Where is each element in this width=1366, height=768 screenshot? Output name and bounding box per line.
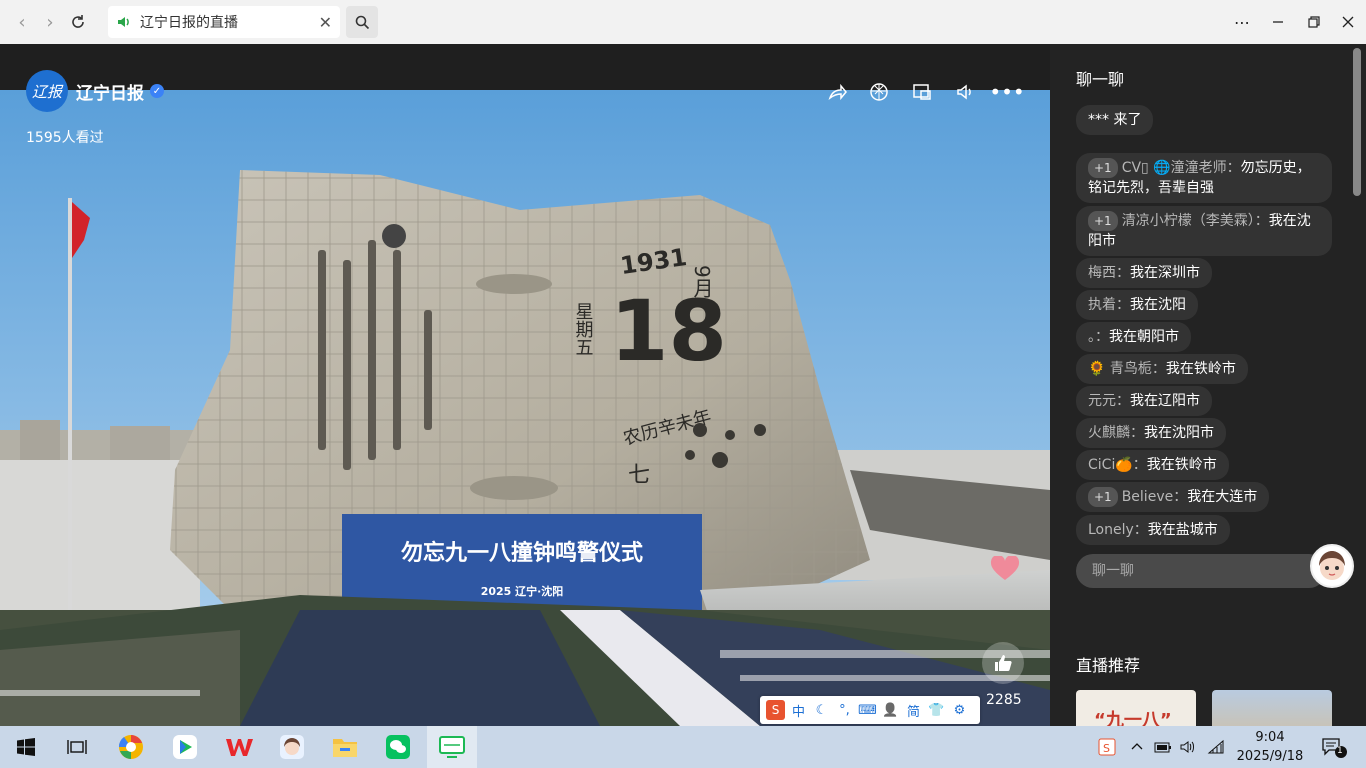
video-frame: 1931 18 9月 星期五 农历辛未年 七 勿忘九一八撞钟鸣警仪式 2025 … xyxy=(0,90,1050,726)
share-icon[interactable] xyxy=(825,80,849,104)
plus-one-badge: +1 xyxy=(1088,158,1118,178)
thumbs-up-icon xyxy=(995,655,1012,671)
chat-input[interactable]: 聊一聊 xyxy=(1076,554,1326,588)
clock-time: 9:04 xyxy=(1255,730,1285,745)
chat-username[interactable]: CiCi🍊： xyxy=(1088,457,1147,473)
chat-message: +1 清凉小柠檬（李美霖）：我在沈阳市 xyxy=(1076,206,1332,256)
ime-skin-icon[interactable]: 👕 xyxy=(927,700,946,720)
chat-message: 。：我在朝阳市 xyxy=(1076,322,1191,352)
live-recommend-title: 直播推荐 xyxy=(1076,656,1141,675)
picture-in-picture-icon[interactable] xyxy=(910,80,934,104)
back-icon[interactable]: ‹ xyxy=(8,8,36,36)
ime-logo-icon[interactable]: S xyxy=(766,700,785,720)
chat-message: +1 Believe：我在大连市 xyxy=(1076,482,1270,512)
ceremony-subtitle: 2025 辽宁·沈阳 xyxy=(481,584,564,598)
chat-username[interactable]: Lonely： xyxy=(1088,522,1148,538)
recommended-live-thumbnail[interactable] xyxy=(1212,690,1332,726)
chat-message: CiCi🍊：我在铁岭市 xyxy=(1076,450,1229,480)
chat-username[interactable]: Believe： xyxy=(1122,489,1188,505)
chat-username[interactable]: 梅西： xyxy=(1088,265,1130,281)
recommended-live-thumbnail[interactable]: “九一八” xyxy=(1076,690,1196,726)
chat-username[interactable]: 火麒麟： xyxy=(1088,425,1144,441)
browser-360-icon[interactable] xyxy=(116,732,146,762)
chat-message: 梅西：我在深圳市 xyxy=(1076,258,1212,288)
avatar-app-icon[interactable] xyxy=(277,732,307,762)
tab-title: 辽宁日报的直播 xyxy=(140,15,238,31)
ceremony-title: 勿忘九一八撞钟鸣警仪式 xyxy=(401,540,643,566)
live-video-player[interactable]: 1931 18 9月 星期五 农历辛未年 七 勿忘九一八撞钟鸣警仪式 2025 … xyxy=(0,44,1050,726)
notification-center-icon[interactable]: 1 xyxy=(1320,737,1348,758)
ime-punctuation-icon[interactable]: °, xyxy=(835,700,854,720)
speaker-icon xyxy=(118,17,129,27)
chat-message: 元元：我在辽阳市 xyxy=(1076,386,1212,416)
assistant-avatar[interactable] xyxy=(1310,544,1354,588)
video-player-icon[interactable] xyxy=(170,732,200,762)
chat-title: 聊一聊 xyxy=(1076,70,1125,89)
heart-icon xyxy=(990,554,1020,586)
monument-month: 9月 xyxy=(690,265,714,298)
chat-panel: 聊一聊 *** 来了 +1 CV▯ 🌐潼潼老师：勿忘历史，铭记先烈，吾辈自强 +1… xyxy=(1050,44,1366,726)
battery-icon[interactable] xyxy=(1153,737,1173,757)
ime-user-icon[interactable]: 👤 xyxy=(881,700,900,720)
ime-simplified-toggle[interactable]: 简 xyxy=(904,700,923,720)
forward-icon[interactable]: › xyxy=(36,8,64,36)
system-clock[interactable]: 9:04 2025/9/18 xyxy=(1234,728,1306,766)
notification-count: 1 xyxy=(1337,746,1343,756)
shutter-icon[interactable] xyxy=(867,80,891,104)
viewer-count: 1595人看过 xyxy=(26,130,104,146)
input-method-toolbar[interactable]: S 中 ☾ °, ⌨ 👤 简 👕 ⚙ xyxy=(760,696,980,724)
more-options-icon[interactable]: ••• xyxy=(989,80,1024,104)
refresh-icon[interactable] xyxy=(64,8,92,36)
wechat-icon[interactable] xyxy=(383,732,413,762)
more-menu-icon[interactable]: ⋯ xyxy=(1230,10,1254,34)
channel-name[interactable]: 辽宁日报 xyxy=(76,79,144,104)
live-app-icon[interactable] xyxy=(437,732,467,762)
ime-chinese-mode[interactable]: 中 xyxy=(789,700,808,720)
chat-message: *** 来了 xyxy=(1076,105,1154,135)
search-icon[interactable] xyxy=(346,6,378,38)
speaker-tray-icon[interactable] xyxy=(1178,737,1198,757)
plus-one-badge: +1 xyxy=(1088,211,1118,231)
volume-icon[interactable] xyxy=(953,80,977,104)
ime-moon-icon[interactable]: ☾ xyxy=(812,700,831,720)
wps-office-icon[interactable] xyxy=(224,732,254,762)
ime-tray-icon[interactable]: S xyxy=(1097,737,1117,757)
svg-text:“九一八”: “九一八” xyxy=(1094,710,1172,726)
task-view-icon[interactable] xyxy=(62,732,92,762)
chat-username[interactable]: CV▯ 🌐潼潼老师： xyxy=(1122,160,1241,176)
monument-lunar-day: 七 xyxy=(628,463,650,488)
chat-username[interactable]: 。： xyxy=(1088,329,1109,345)
browser-tab[interactable]: 辽宁日报的直播 ✕ xyxy=(108,6,340,38)
like-button[interactable] xyxy=(982,642,1024,684)
ime-keyboard-icon[interactable]: ⌨ xyxy=(858,700,877,720)
clock-date: 2025/9/18 xyxy=(1236,749,1304,764)
chat-message: Lonely：我在盐城市 xyxy=(1076,515,1230,545)
close-tab-icon[interactable]: ✕ xyxy=(319,13,332,32)
tray-expand-icon[interactable] xyxy=(1127,737,1147,757)
chat-message: 火麒麟：我在沈阳市 xyxy=(1076,418,1226,448)
minimize-icon[interactable] xyxy=(1266,10,1290,34)
file-explorer-icon[interactable] xyxy=(330,732,360,762)
close-window-icon[interactable] xyxy=(1336,10,1360,34)
chat-username[interactable]: 元元： xyxy=(1088,393,1130,409)
chat-scrollbar[interactable] xyxy=(1353,48,1361,196)
like-count: 2285 xyxy=(986,692,1022,708)
chat-username[interactable]: 执着： xyxy=(1088,297,1130,313)
plus-one-badge: +1 xyxy=(1088,487,1118,507)
windows-taskbar: S 9:04 2025/9/18 1 xyxy=(0,726,1366,768)
restore-icon[interactable] xyxy=(1302,10,1326,34)
channel-header: 辽报 辽宁日报 ✓ xyxy=(26,70,164,112)
monument-weekday: 星期五 xyxy=(573,302,594,356)
chat-username[interactable]: 🌻 青鸟栀： xyxy=(1088,361,1166,377)
wifi-icon[interactable] xyxy=(1206,737,1226,757)
channel-logo[interactable]: 辽报 xyxy=(26,70,68,112)
chat-message: +1 CV▯ 🌐潼潼老师：勿忘历史，铭记先烈，吾辈自强 xyxy=(1076,153,1332,203)
chat-username[interactable]: 清凉小柠檬（李美霖）： xyxy=(1122,213,1269,229)
chat-message: 🌻 青鸟栀：我在铁岭市 xyxy=(1076,354,1248,384)
svg-text:S: S xyxy=(1103,742,1110,755)
ime-settings-icon[interactable]: ⚙ xyxy=(950,700,969,720)
windows-start-icon[interactable] xyxy=(11,732,41,762)
verified-icon: ✓ xyxy=(150,84,164,98)
chat-message: 执着：我在沈阳 xyxy=(1076,290,1198,320)
